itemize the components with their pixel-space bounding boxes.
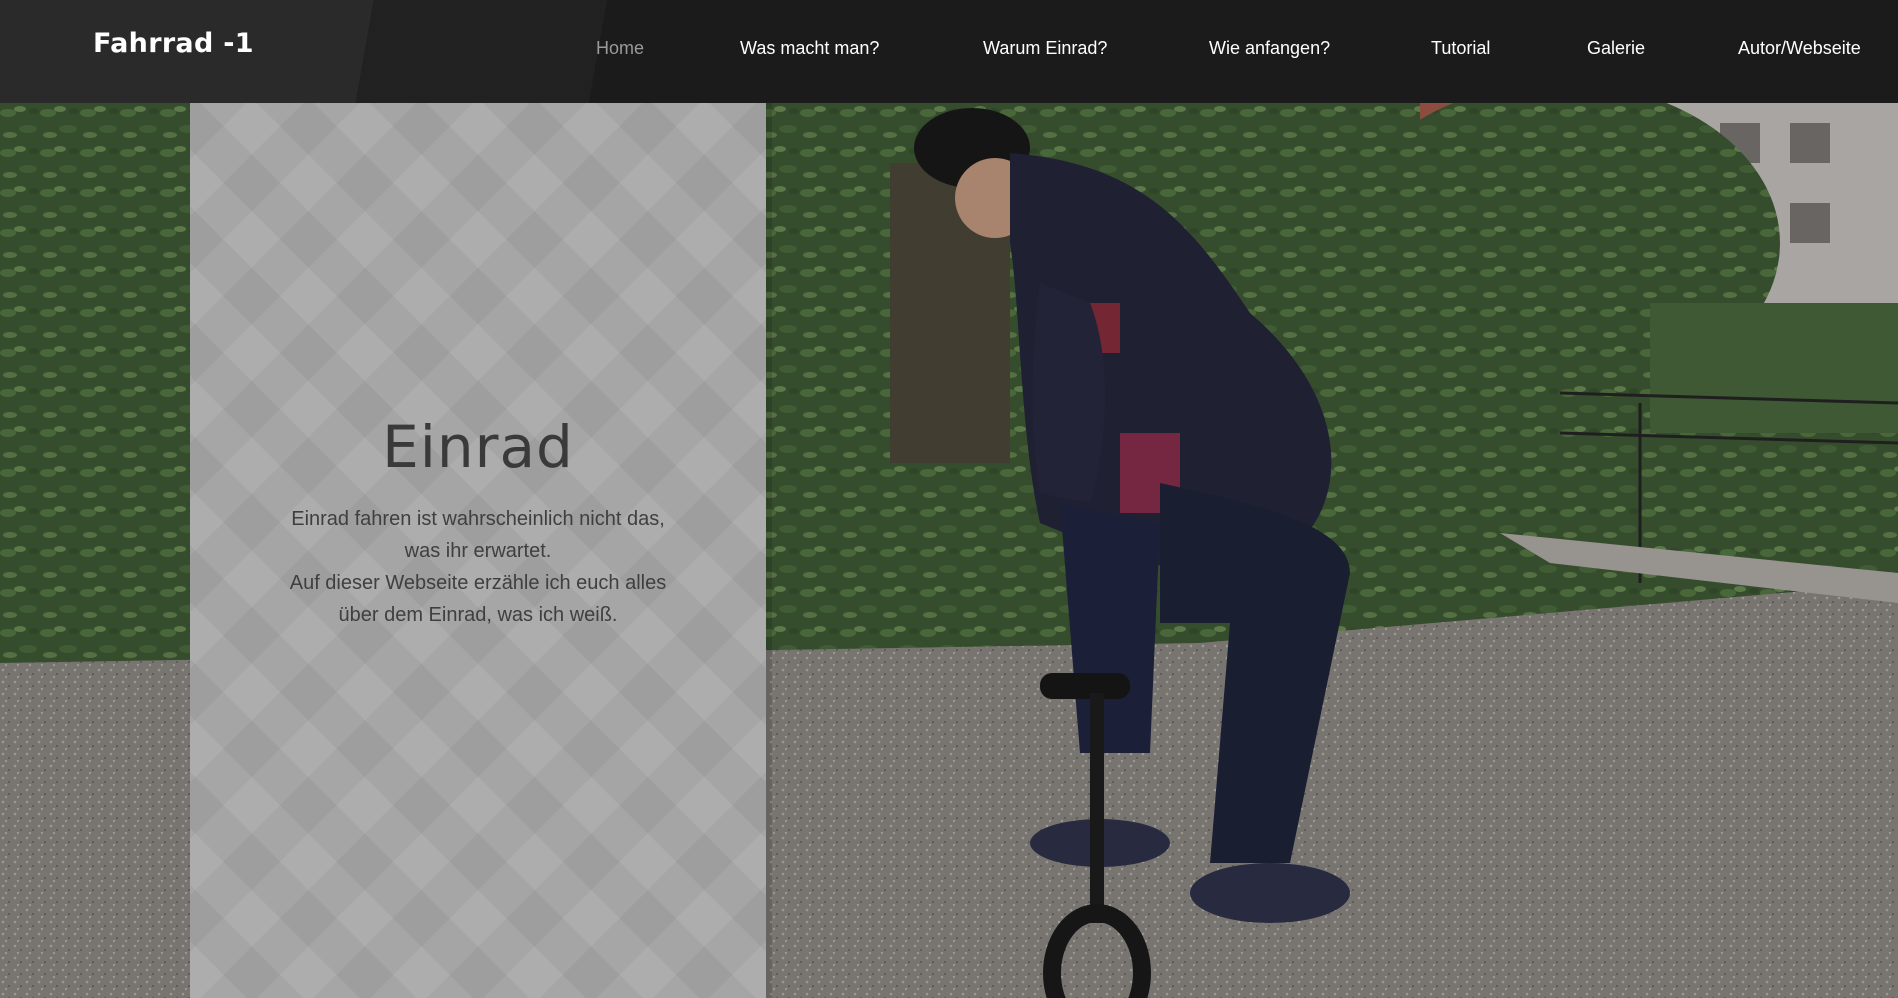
nav-was-macht-man[interactable]: Was macht man? [740,38,879,59]
hero-title: Einrad [382,413,574,481]
site-logo[interactable]: Fahrrad -1 [93,28,254,59]
nav-home[interactable]: Home [596,38,644,59]
hero-text-line: über dem Einrad, was ich weiß. [338,604,618,626]
hero-text-line: was ihr erwartet. [404,540,552,562]
page: Fahrrad -1 Home Was macht man? Warum Ein… [0,0,1898,998]
nav-autor-webseite[interactable]: Autor/Webseite [1738,38,1861,59]
hero-description: Einrad fahren ist wahrscheinlich nicht d… [230,503,726,631]
top-navbar: Fahrrad -1 Home Was macht man? Warum Ein… [0,0,1898,103]
nav-warum-einrad[interactable]: Warum Einrad? [983,38,1107,59]
nav-galerie[interactable]: Galerie [1587,38,1645,59]
nav-tutorial[interactable]: Tutorial [1431,38,1490,59]
nav-wie-anfangen[interactable]: Wie anfangen? [1209,38,1330,59]
hero-text-line: Auf dieser Webseite erzähle ich euch all… [289,572,667,594]
hero-panel: Einrad Einrad fahren ist wahrscheinlich … [190,103,766,998]
hero-text-line: Einrad fahren ist wahrscheinlich nicht d… [291,508,665,530]
